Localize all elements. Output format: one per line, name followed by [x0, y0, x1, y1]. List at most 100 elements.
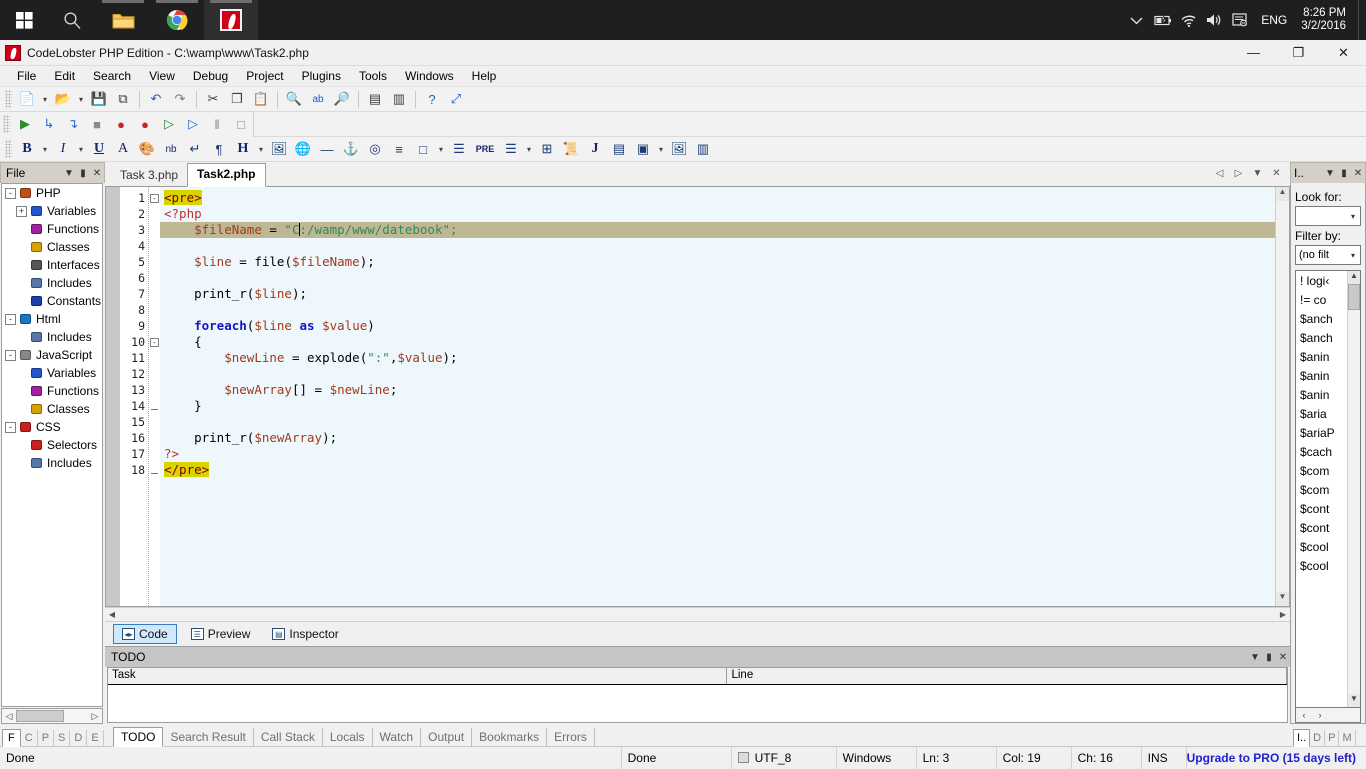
bold-icon[interactable]: B [15, 138, 39, 160]
todo-rows[interactable] [108, 685, 1287, 722]
bottom-tab-call-stack[interactable]: Call Stack [254, 728, 323, 746]
look-for-combobox[interactable]: ▾ [1295, 206, 1361, 226]
left-dock-tab-f[interactable]: F [2, 729, 21, 747]
bottom-tab-search-result[interactable]: Search Result [163, 728, 254, 746]
font-color-icon[interactable]: A [111, 138, 135, 160]
code-line[interactable]: } [160, 398, 1289, 414]
cut-icon[interactable]: ✂ [201, 88, 225, 110]
bottom-tab-bookmarks[interactable]: Bookmarks [472, 728, 548, 746]
right-dock-tab-2[interactable]: P [1325, 730, 1340, 746]
tree-collapse-icon[interactable]: - [5, 187, 16, 199]
action-center-icon[interactable] [1227, 0, 1253, 40]
run-icon[interactable]: ▶ [13, 113, 37, 135]
terminate-icon[interactable]: □ [229, 113, 253, 135]
undo-icon[interactable]: ↶ [144, 88, 168, 110]
minimize-button[interactable]: — [1231, 40, 1276, 66]
filter-by-combobox[interactable]: (no filt ▾ [1295, 245, 1361, 265]
code-line[interactable]: print_r($line); [160, 286, 1289, 302]
form-element-icon[interactable]: ▣ [631, 138, 655, 160]
taskbar-codelobster[interactable] [204, 0, 258, 40]
tree-item-includes[interactable]: Includes [2, 328, 102, 346]
pause-icon[interactable]: ‖ [205, 113, 229, 135]
replace-icon[interactable]: ab [306, 88, 330, 110]
tree-item-javascript[interactable]: - JavaScript [2, 346, 102, 364]
remove-breakpoints-icon[interactable]: ● [133, 113, 157, 135]
align-justify-icon[interactable]: ☰ [447, 138, 471, 160]
code-line[interactable]: <pre> [160, 190, 1289, 206]
right-dock-tab-1[interactable]: D [1310, 730, 1326, 746]
todo-grid[interactable]: Task Line [107, 667, 1288, 723]
code-line[interactable]: print_r($newArray); [160, 430, 1289, 446]
view-tab-code[interactable]: ◂▸ Code [113, 624, 177, 644]
fold-marker[interactable] [149, 446, 160, 462]
code-line[interactable]: { [160, 334, 1289, 350]
insert-link-icon[interactable]: 🌐 [291, 138, 315, 160]
wifi-icon[interactable] [1175, 0, 1201, 40]
tab-close-button[interactable]: ✕ [1267, 168, 1286, 179]
bottom-tab-errors[interactable]: Errors [547, 728, 595, 746]
script-icon[interactable]: 📜 [559, 138, 583, 160]
todo-close-button[interactable]: ✕ [1276, 652, 1290, 663]
scroll-left-arrow-icon[interactable]: ◀ [105, 610, 119, 619]
inspector-list-item[interactable]: $anch [1296, 329, 1347, 348]
tree-item-includes[interactable]: Includes [2, 454, 102, 472]
inspector-list-hscrollbar[interactable]: ‹ › [1295, 708, 1361, 723]
language-indicator[interactable]: ENG [1253, 13, 1295, 27]
insert-media-icon[interactable]: 🖼 [667, 138, 691, 160]
code-text-area[interactable]: <pre> <?php $fileName = "C:/wamp/www/date… [160, 187, 1289, 606]
code-folding-gutter[interactable]: -- [148, 187, 160, 606]
code-line[interactable] [160, 366, 1289, 382]
menu-plugins[interactable]: Plugins [293, 67, 350, 85]
fold-marker[interactable] [149, 222, 160, 238]
heading-icon[interactable]: H [231, 138, 255, 160]
view-tab-preview[interactable]: ☰ Preview [183, 625, 259, 643]
fold-marker[interactable] [149, 350, 160, 366]
list-dropdown-icon[interactable]: ▾ [523, 138, 535, 160]
editor-vertical-scrollbar[interactable]: ▲ ▼ [1275, 187, 1289, 606]
scroll-up-arrow-icon[interactable]: ▲ [1276, 187, 1289, 201]
pre-icon[interactable]: PRE [471, 138, 499, 160]
breakpoint-icon[interactable]: ● [109, 113, 133, 135]
code-line[interactable]: $line = file($fileName); [160, 254, 1289, 270]
step-over-icon[interactable]: ↴ [61, 113, 85, 135]
toolbar-grip[interactable] [5, 140, 12, 158]
scroll-left-arrow-icon[interactable]: ‹ [1296, 710, 1312, 720]
tab-prev-button[interactable]: ◁ [1210, 168, 1229, 179]
taskbar-chrome[interactable] [150, 0, 204, 40]
inspector-list-item[interactable]: $anin [1296, 386, 1347, 405]
tree-item-functions[interactable]: Functions [2, 220, 102, 238]
new-file-icon[interactable]: 📄 [15, 88, 39, 110]
tree-item-classes[interactable]: Classes [2, 238, 102, 256]
frames-icon[interactable]: ▥ [691, 138, 715, 160]
save-icon[interactable]: 💾 [87, 88, 111, 110]
inspector-list-item[interactable]: $cont [1296, 500, 1347, 519]
find-icon[interactable]: 🔍 [282, 88, 306, 110]
todo-pin-button[interactable]: ▮ [1262, 652, 1276, 663]
fold-marker[interactable] [149, 302, 160, 318]
new-file-dropdown-icon[interactable]: ▾ [39, 88, 51, 110]
copy-icon[interactable]: ❐ [225, 88, 249, 110]
tree-item-variables[interactable]: Variables [2, 364, 102, 382]
inspector-close-button[interactable]: ✕ [1351, 168, 1365, 179]
nbsp-icon[interactable]: nb [159, 138, 183, 160]
horizontal-rule-icon[interactable]: — [315, 138, 339, 160]
redo-icon[interactable]: ↷ [168, 88, 192, 110]
inspector-list-scrollbar[interactable]: ▲ ▼ [1347, 271, 1360, 707]
align-icon[interactable]: ≡ [387, 138, 411, 160]
menu-edit[interactable]: Edit [45, 67, 84, 85]
menu-tools[interactable]: Tools [350, 67, 396, 85]
inspector-item-list[interactable]: ! logi‹ != co $anch $anch $anin $anin $anin $ar… [1295, 270, 1361, 708]
find-in-files-icon[interactable]: 🔎 [330, 88, 354, 110]
anchor-icon[interactable]: ⚓ [339, 138, 363, 160]
inspector-list-item[interactable]: $cach [1296, 443, 1347, 462]
code-line[interactable] [160, 238, 1289, 254]
project-properties-icon[interactable]: ▥ [387, 88, 411, 110]
fold-marker[interactable] [149, 382, 160, 398]
tab-next-button[interactable]: ▷ [1229, 168, 1248, 179]
step-into-icon[interactable]: ↳ [37, 113, 61, 135]
tree-item-includes[interactable]: Includes [2, 274, 102, 292]
status-insert-mode[interactable]: INS [1142, 746, 1187, 769]
inspector-list-item[interactable]: $aria [1296, 405, 1347, 424]
clock[interactable]: 8:26 PM 3/2/2016 [1295, 7, 1358, 33]
insert-image-icon[interactable]: 🖼 [267, 138, 291, 160]
